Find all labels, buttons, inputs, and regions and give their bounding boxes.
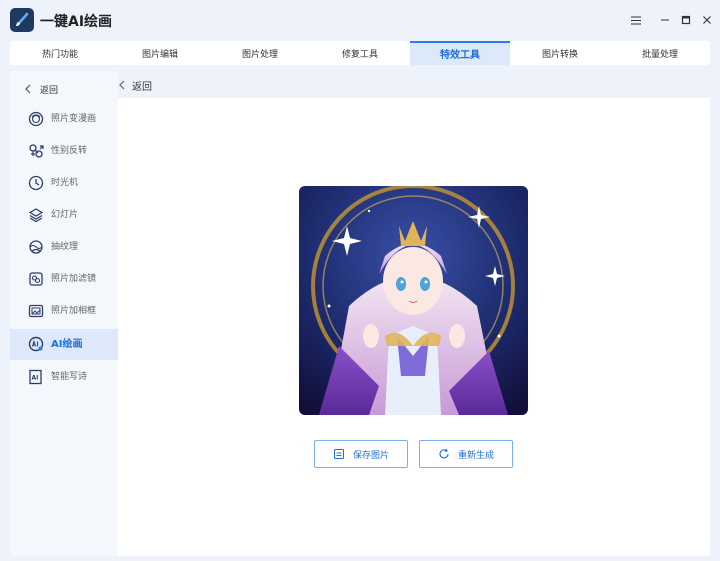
- title-bar: 一键AI绘画: [0, 0, 720, 40]
- sidebar: 返回 照片变漫画 性别反转 时光机 幻灯片 抽纹理 照片加滤镜 照片加相框 AI…: [10, 71, 118, 556]
- face-icon: [28, 111, 44, 127]
- generated-artwork: [299, 186, 528, 415]
- chevron-left-icon: [119, 80, 125, 90]
- tab-image-convert[interactable]: 图片转换: [510, 41, 610, 65]
- close-icon[interactable]: [699, 12, 715, 28]
- main-back-button[interactable]: 返回: [118, 76, 152, 94]
- sidebar-item-label: 智能写诗: [51, 372, 88, 382]
- svg-text:AI: AI: [32, 375, 39, 382]
- gender-icon: [28, 143, 44, 159]
- top-nav: 热门功能 图片编辑 图片处理 修复工具 特效工具 图片转换 批量处理: [10, 41, 710, 65]
- sidebar-item-photo-to-comic[interactable]: 照片变漫画: [10, 104, 118, 135]
- tab-effect-tools[interactable]: 特效工具: [410, 41, 510, 65]
- sidebar-item-time-machine[interactable]: 时光机: [10, 168, 118, 199]
- regenerate-button[interactable]: 重新生成: [419, 440, 513, 468]
- tab-hot-features[interactable]: 热门功能: [10, 41, 110, 65]
- save-image-button[interactable]: 保存图片: [314, 440, 408, 468]
- sidebar-item-label: 抽纹理: [51, 242, 79, 252]
- tab-repair-tools[interactable]: 修复工具: [310, 41, 410, 65]
- sidebar-item-label: AI绘画: [51, 339, 83, 350]
- sidebar-item-label: 照片加相框: [51, 306, 97, 316]
- sidebar-item-ai-painting[interactable]: AI绘画: [10, 329, 118, 360]
- save-icon: [333, 449, 344, 459]
- filter-icon: [28, 271, 44, 287]
- sidebar-item-photo-frame[interactable]: 照片加相框: [10, 296, 118, 327]
- sidebar-item-smart-poetry[interactable]: AI 智能写诗: [10, 362, 118, 393]
- tab-image-process[interactable]: 图片处理: [210, 41, 310, 65]
- tab-image-edit[interactable]: 图片编辑: [110, 41, 210, 65]
- frame-icon: [28, 303, 44, 319]
- minimize-icon[interactable]: [657, 12, 673, 28]
- sidebar-item-label: 照片加滤镜: [51, 274, 97, 284]
- sidebar-item-gender-swap[interactable]: 性别反转: [10, 136, 118, 167]
- texture-icon: [28, 239, 44, 255]
- chevron-left-icon: [25, 84, 31, 94]
- maximize-icon[interactable]: [678, 12, 694, 28]
- refresh-icon: [439, 448, 449, 459]
- sidebar-item-label: 照片变漫画: [51, 114, 97, 124]
- sidebar-item-texture[interactable]: 抽纹理: [10, 232, 118, 263]
- layers-icon: [28, 207, 44, 223]
- brush-icon: [16, 12, 29, 26]
- save-image-label: 保存图片: [352, 450, 389, 461]
- app-logo: [10, 8, 34, 32]
- sidebar-back-button[interactable]: 返回: [24, 81, 58, 97]
- app-title: 一键AI绘画: [40, 14, 113, 30]
- sidebar-item-label: 幻灯片: [51, 210, 79, 220]
- ai-paint-icon: [28, 336, 44, 352]
- tab-batch-process[interactable]: 批量处理: [610, 41, 710, 65]
- sidebar-item-slideshow[interactable]: 幻灯片: [10, 200, 118, 231]
- clock-icon: [28, 175, 44, 191]
- menu-icon[interactable]: [628, 12, 644, 28]
- regenerate-label: 重新生成: [457, 450, 494, 461]
- sidebar-item-label: 时光机: [51, 178, 79, 188]
- sidebar-item-label: 性别反转: [51, 146, 88, 156]
- sidebar-item-photo-filter[interactable]: 照片加滤镜: [10, 264, 118, 295]
- main-back-label: 返回: [132, 81, 152, 93]
- ai-doc-icon: AI: [28, 369, 44, 385]
- sidebar-back-label: 返回: [40, 85, 59, 96]
